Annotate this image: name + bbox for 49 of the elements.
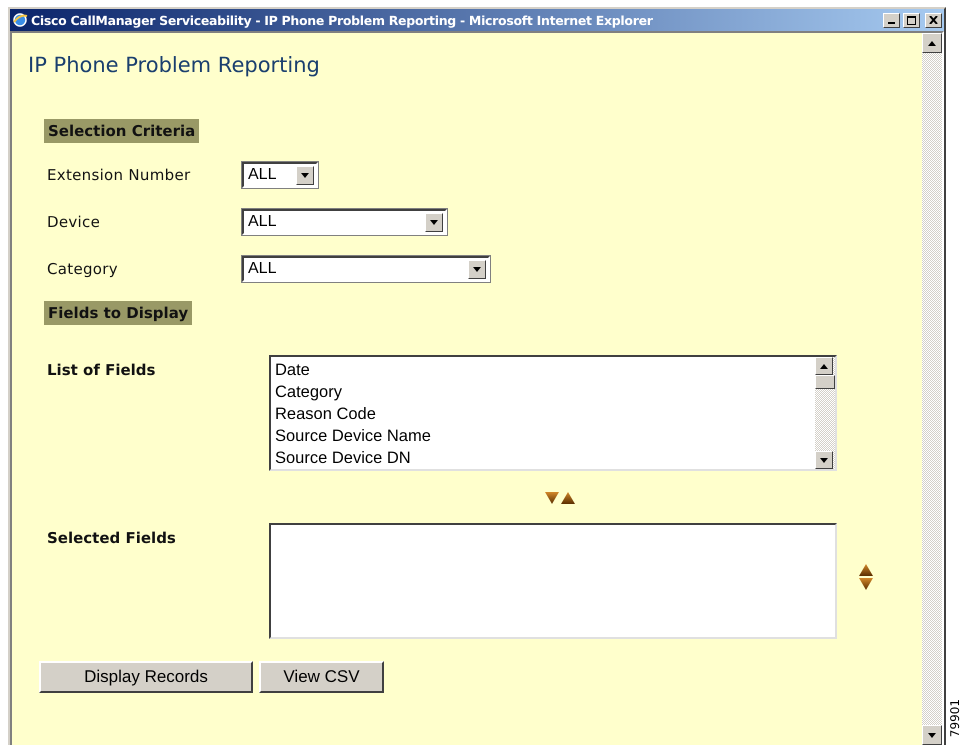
vertical-scrollbar[interactable] [922, 33, 942, 745]
filter-dropdown[interactable]: ALL [242, 162, 318, 188]
list-item[interactable]: Category [275, 381, 811, 403]
minimize-button[interactable] [883, 12, 900, 28]
list-item[interactable]: Date [275, 359, 811, 381]
section-header: Selection Criteria [44, 119, 200, 143]
list-item[interactable]: Source Device Name [275, 425, 811, 447]
page-heading: IP Phone Problem Reporting [28, 53, 321, 77]
browser-icon [12, 12, 28, 28]
list-label: Selected Fields [47, 528, 177, 547]
maximize-button[interactable] [903, 12, 920, 28]
scroll-up-icon [928, 40, 936, 46]
move-up-button[interactable] [858, 563, 874, 577]
list-label: List of Fields [47, 360, 156, 379]
scroll-up-button[interactable] [922, 33, 942, 53]
window-title: Cisco CallManager Serviceability - IP Phone Problem Reporting - Microsoft Internet Explorer [31, 12, 654, 28]
list-item[interactable]: Source Device DN [275, 447, 811, 469]
triangle-up-icon [858, 563, 874, 577]
caret-icon [430, 220, 438, 224]
selected-fields-list[interactable] [269, 523, 837, 639]
filter-dropdown[interactable]: ALL [242, 209, 447, 235]
caret-icon [473, 266, 481, 272]
scroll-down-icon [820, 458, 828, 462]
action-button[interactable]: Display Records [39, 661, 253, 693]
filter-label: Category [47, 260, 119, 278]
close-button[interactable] [925, 12, 942, 28]
scroll-up-icon [820, 364, 828, 368]
scroll-thumb[interactable] [815, 375, 835, 389]
triangle-up-icon [560, 491, 576, 505]
filter-dropdown[interactable]: ALL [242, 256, 490, 282]
figure-number: 79901 [948, 698, 960, 737]
close-icon [929, 16, 938, 24]
scroll-up-button[interactable] [815, 357, 833, 375]
action-button[interactable]: View CSV [259, 661, 384, 693]
move-up-button[interactable] [560, 491, 576, 505]
scroll-down-button[interactable] [922, 725, 942, 745]
scroll-down-icon [928, 732, 936, 738]
scroll-down-button[interactable] [815, 451, 833, 469]
fields-list[interactable]: Date Category Reason Code Source Device Name Source Device DN [269, 355, 837, 471]
maximize-icon [907, 16, 916, 24]
caret-icon [301, 172, 309, 178]
list-item[interactable]: Reason Code [275, 403, 811, 425]
move-down-button[interactable] [544, 491, 560, 505]
triangle-down-icon [858, 577, 874, 591]
move-down-button[interactable] [858, 577, 874, 591]
filter-label: Device [47, 213, 102, 231]
section-header: Fields to Display [44, 301, 192, 325]
filter-label: Extension Number [47, 166, 192, 184]
triangle-down-icon [544, 491, 560, 505]
